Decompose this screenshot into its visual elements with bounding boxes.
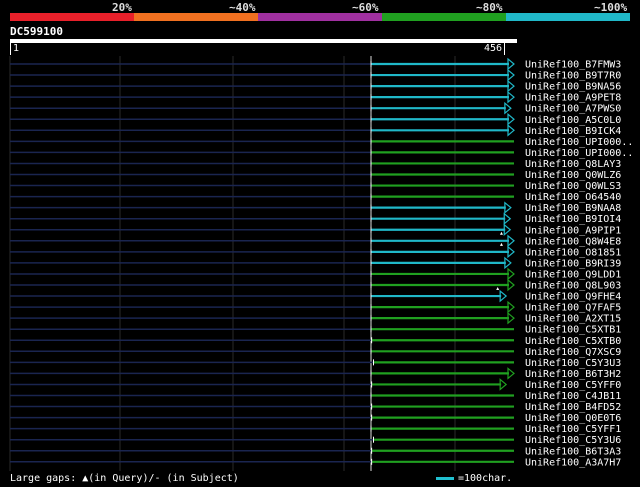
- hit-name-label[interactable]: UniRef100_B9IOI4: [525, 214, 621, 225]
- hit-name-label[interactable]: UniRef100_Q8W4E8: [525, 236, 621, 247]
- hit-name-label[interactable]: UniRef100_Q9FHE4: [525, 292, 621, 303]
- hit-name-label[interactable]: UniRef100_B6T3A3: [525, 446, 621, 457]
- scale-bar: [436, 477, 454, 480]
- query-end-label: 456: [484, 43, 506, 55]
- hit-name-label[interactable]: UniRef100_A9PET8: [525, 93, 621, 104]
- hit-name-label[interactable]: UniRef100_UPI000..: [525, 148, 633, 159]
- hit-name-label[interactable]: UniRef100_B6T3H2: [525, 369, 621, 380]
- hit-name-label[interactable]: UniRef100_C4JB11: [525, 391, 621, 402]
- hit-name-label[interactable]: UniRef100_Q0WLS3: [525, 181, 621, 192]
- hit-name-label[interactable]: UniRef100_Q9LDD1: [525, 269, 621, 280]
- identity-legend-labels: 20% ~40% ~60% ~80% ~100%: [0, 0, 640, 14]
- hit-name-label[interactable]: UniRef100_Q7FAF5: [525, 303, 621, 314]
- query-start-label: 1: [10, 43, 19, 55]
- hit-name-label[interactable]: UniRef100_Q0E0T6: [525, 413, 621, 424]
- hit-name-label[interactable]: UniRef100_C5Y3U6: [525, 435, 621, 446]
- hit-name-label[interactable]: UniRef100_Q7XSC9: [525, 347, 621, 358]
- identity-color-segment: [10, 13, 134, 21]
- identity-color-segment: [258, 13, 382, 21]
- hit-name-label[interactable]: UniRef100_B9T7R0: [525, 71, 621, 82]
- scale-legend: =100char.: [436, 473, 512, 484]
- query-name: DC599100: [10, 25, 63, 38]
- hit-name-label[interactable]: UniRef100_Q8LAY3: [525, 159, 621, 170]
- query-gap-marker: [499, 231, 503, 235]
- identity-color-segment: [382, 13, 506, 21]
- hit-name-label[interactable]: UniRef100_A3A7H7: [525, 457, 621, 468]
- hit-name-label[interactable]: UniRef100_B9RI39: [525, 258, 621, 269]
- query-bar: [10, 39, 517, 43]
- hit-name-label[interactable]: UniRef100_Q0WLZ6: [525, 170, 621, 181]
- hit-name-label[interactable]: UniRef100_A5C0L0: [525, 115, 621, 126]
- hit-name-label[interactable]: UniRef100_C5XTB0: [525, 336, 621, 347]
- hit-name-label[interactable]: UniRef100_O81851: [525, 247, 621, 258]
- alignment-plot: UniRef100_B7FMW3UniRef100_B9T7R0UniRef10…: [9, 56, 633, 471]
- query-gap-marker: [496, 287, 500, 291]
- identity-color-segment: [134, 13, 258, 21]
- hit-name-label[interactable]: UniRef100_A7PWS0: [525, 104, 621, 115]
- hit-name-label[interactable]: UniRef100_C5XTB1: [525, 325, 621, 336]
- hit-name-label[interactable]: UniRef100_C5YFF0: [525, 380, 621, 391]
- identity-color-bar: [10, 13, 630, 21]
- gaps-legend: Large gaps: ▲(in Query)/- (in Subject): [10, 473, 239, 484]
- identity-color-segment: [506, 13, 630, 21]
- hit-name-label[interactable]: UniRef100_Q8L903: [525, 281, 621, 292]
- hit-name-label[interactable]: UniRef100_UPI000..: [525, 137, 633, 148]
- hit-name-label[interactable]: UniRef100_O64540: [525, 192, 621, 203]
- hit-name-label[interactable]: UniRef100_B9NAA8: [525, 203, 621, 214]
- hit-name-label[interactable]: UniRef100_B4FD52: [525, 402, 621, 413]
- hit-name-label[interactable]: UniRef100_A2XT15: [525, 314, 621, 325]
- hit-name-label[interactable]: UniRef100_C5Y3U3: [525, 358, 621, 369]
- query-gap-marker: [499, 242, 503, 246]
- hit-name-label[interactable]: UniRef100_B9ICK4: [525, 126, 621, 137]
- hit-name-label[interactable]: UniRef100_C5YFF1: [525, 424, 621, 435]
- hit-name-label[interactable]: UniRef100_B7FMW3: [525, 60, 621, 71]
- hit-name-label[interactable]: UniRef100_A9PIP1: [525, 225, 621, 236]
- scale-label: =100char.: [458, 473, 513, 484]
- hit-name-label[interactable]: UniRef100_B9NA56: [525, 82, 621, 93]
